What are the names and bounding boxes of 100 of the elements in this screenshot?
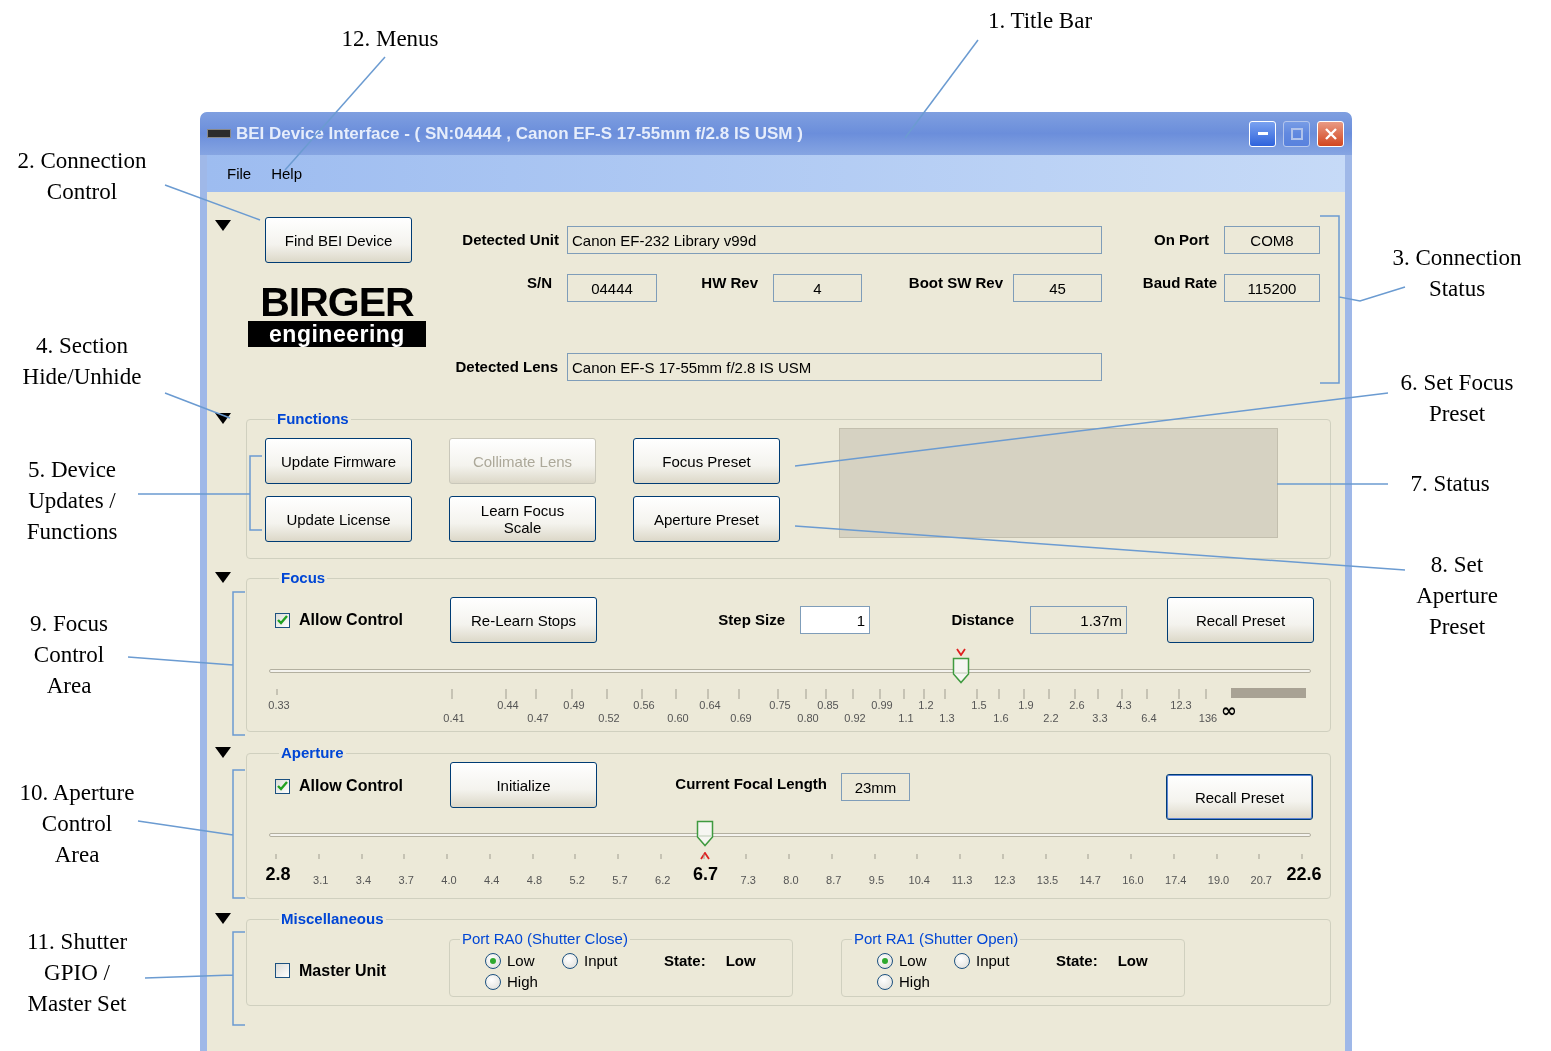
slider-track[interactable]	[269, 657, 1311, 684]
field-label: HW Rev	[701, 274, 758, 291]
value-field: 23mm	[841, 773, 910, 801]
field-label: Baud Rate	[1142, 274, 1217, 291]
field-label: Distance	[951, 611, 1014, 628]
relearn-button[interactable]: Re-Learn Stops	[450, 597, 597, 643]
scale-label: 3.3	[1092, 712, 1108, 725]
scale-label: 1.9	[1018, 699, 1034, 712]
callout-label: 12. Menus	[340, 25, 440, 53]
menu-item[interactable]: File	[221, 163, 258, 184]
scale-label: 0.75	[769, 699, 791, 712]
radio-label: Low	[507, 952, 535, 969]
callout-label: 4. Section Hide/Unhide	[21, 332, 143, 391]
scale-label: 12.3	[994, 874, 1016, 887]
state-label: State:	[664, 952, 706, 969]
field-label: On Port	[1154, 231, 1209, 248]
scale-label: 5.2	[569, 874, 585, 887]
function-button[interactable]: Aperture Preset	[633, 496, 780, 542]
scale-label: 0.41	[443, 712, 465, 725]
find-device-button[interactable]: Find BEI Device	[265, 217, 412, 263]
function-button[interactable]: Update Firmware	[265, 438, 412, 484]
callout-label: 7. Status	[1409, 470, 1491, 498]
value-field: 1.37m	[1030, 606, 1127, 634]
radio-button[interactable]	[877, 973, 893, 990]
function-button[interactable]: Update License	[265, 496, 412, 542]
radio-label: High	[507, 973, 538, 990]
app-icon	[207, 129, 231, 138]
radio-button[interactable]	[485, 952, 501, 969]
callout-label: 1. Title Bar	[986, 7, 1094, 35]
state-value: Low	[1117, 952, 1148, 969]
function-button[interactable]: Focus Preset	[633, 438, 780, 484]
close-button[interactable]	[1317, 120, 1344, 147]
triangle-icon[interactable]	[215, 572, 231, 583]
scale-label: 11.3	[951, 874, 973, 887]
triangle-icon[interactable]	[215, 413, 231, 424]
scale-label: 6.2	[655, 874, 671, 887]
slider-thumb[interactable]	[951, 657, 970, 684]
function-button[interactable]: Learn Focus Scale	[449, 496, 596, 542]
scale-label: 0.44	[497, 699, 519, 712]
value-field: COM8	[1224, 226, 1320, 254]
callout-label: 10. Aperture Control Area	[18, 779, 136, 869]
radio-label: Input	[584, 952, 618, 969]
scale-label: 1.6	[993, 712, 1009, 725]
group-title: Port RA0 (Shutter Close)	[461, 930, 629, 948]
value-field: 04444	[567, 274, 657, 302]
triangle-icon[interactable]	[215, 747, 231, 758]
scale-label: 136	[1198, 712, 1218, 725]
initialize-button[interactable]: Initialize	[450, 762, 597, 808]
scale-label: 5.7	[612, 874, 628, 887]
scale-label: 14.7	[1079, 874, 1101, 887]
radio-label: Input	[976, 952, 1010, 969]
callout-label: 8. Set Aperture Preset	[1415, 551, 1499, 641]
section-title: Focus	[280, 569, 327, 587]
menu-item[interactable]: Help	[265, 163, 309, 184]
scale-label: 1.2	[918, 699, 934, 712]
field-label: Detected Unit	[462, 231, 559, 248]
scale-label: 8.0	[783, 874, 799, 887]
radio-label: High	[899, 973, 930, 990]
scale-label: 4.3	[1116, 699, 1132, 712]
callout-label: 5. Device Updates / Functions	[25, 456, 119, 546]
recall-preset-button[interactable]: Recall Preset	[1166, 774, 1313, 820]
checkbox[interactable]	[275, 778, 290, 794]
scale-label: 22.6	[1286, 865, 1322, 885]
scale-label: 7.3	[740, 874, 756, 887]
scale-label: 9.5	[868, 874, 885, 887]
checkbox-label: Master Unit	[299, 961, 387, 980]
scale-label: 20.7	[1250, 874, 1272, 887]
scale-label: 8.7	[826, 874, 842, 887]
slider-track[interactable]	[269, 820, 1311, 847]
marker-icon	[955, 648, 966, 656]
callout-label: 9. Focus Control Area	[29, 610, 109, 700]
recall-preset-button[interactable]: Recall Preset	[1167, 597, 1314, 643]
checkbox[interactable]	[275, 612, 290, 628]
section-title: Miscellaneous	[280, 910, 385, 928]
checkbox[interactable]	[275, 963, 290, 978]
callout-label: 11. Shutter GPIO / Master Set	[25, 928, 129, 1018]
radio-button[interactable]	[877, 952, 893, 969]
radio-button[interactable]	[562, 952, 578, 969]
maximize-icon	[1290, 127, 1303, 140]
slider-thumb[interactable]	[695, 820, 714, 847]
scale-label: 0.52	[598, 712, 620, 725]
value-field: Canon EF-232 Library v99d	[567, 226, 1102, 254]
radio-button[interactable]	[954, 952, 970, 969]
scale-label: 2.6	[1069, 699, 1085, 712]
triangle-icon[interactable]	[215, 220, 231, 231]
scale-label: 16.0	[1122, 874, 1144, 887]
minimize-icon	[1257, 131, 1268, 136]
radio-button[interactable]	[485, 973, 501, 990]
field-label: Boot SW Rev	[908, 274, 1003, 291]
value-field: 45	[1013, 274, 1102, 302]
callout-label: 2. Connection Control	[16, 147, 148, 206]
step-size-field[interactable]: 1	[800, 606, 870, 634]
scale-label: 1.5	[971, 699, 987, 712]
minimize-button[interactable]	[1249, 120, 1276, 147]
triangle-icon[interactable]	[215, 913, 231, 924]
callout-label: 3. Connection Status	[1391, 244, 1523, 303]
scale-label: 0.49	[563, 699, 585, 712]
value-field: Canon EF-S 17-55mm f/2.8 IS USM	[567, 353, 1102, 381]
scale-label: 6.4	[1141, 712, 1157, 725]
scale-label: 0.80	[797, 712, 819, 725]
